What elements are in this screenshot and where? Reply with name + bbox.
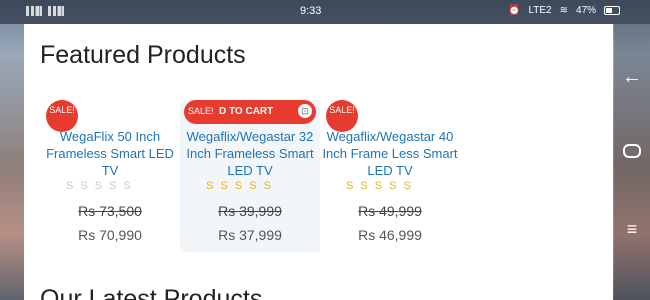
old-price: Rs 49,999 [358, 203, 422, 219]
sale-badge: SALE! [188, 106, 214, 116]
featured-products-title: Featured Products [40, 41, 246, 69]
cart-icon: ⊡ [298, 104, 312, 118]
product-card-2[interactable]: SALE! D TO CART ⊡ Wegaflix/Wegastar 32 I… [180, 100, 320, 252]
signal-icon [26, 6, 42, 16]
wifi-icon: ≋ [559, 5, 569, 16]
signal-indicators [26, 6, 64, 16]
sale-price: Rs 46,999 [358, 227, 422, 243]
old-price: Rs 73,500 [78, 203, 142, 219]
home-icon[interactable] [614, 144, 650, 163]
rating-stars: S S S S S [66, 180, 133, 192]
status-time: 9:33 [300, 5, 322, 17]
latest-products-title: Our Latest Products [40, 285, 263, 300]
battery-label: 47% [576, 5, 597, 16]
add-to-cart-button[interactable]: SALE! D TO CART ⊡ [184, 100, 316, 124]
product-card-1[interactable]: SALE! WegaFlix 50 Inch Frameless Smart L… [40, 100, 180, 252]
sale-price: Rs 70,990 [78, 227, 142, 243]
add-to-cart-label: D TO CART [219, 106, 274, 117]
product-card-3[interactable]: SALE! Wegaflix/Wegastar 40 Inch Frame Le… [320, 100, 460, 252]
product-title[interactable]: WegaFlix 50 Inch Frameless Smart LED TV [40, 128, 180, 179]
network-label: LTE2 [528, 5, 552, 16]
old-price: Rs 39,999 [218, 203, 282, 219]
sale-price: Rs 37,999 [218, 227, 282, 243]
system-nav-bar: ← ≡ [614, 24, 650, 300]
products-card: Featured Products SALE! WegaFlix 50 Inch… [24, 24, 613, 300]
rating-stars: S S S S S [206, 180, 273, 192]
signal-icon-2 [48, 6, 64, 16]
battery-icon [604, 6, 621, 15]
alarm-icon: ⏰ [508, 5, 521, 16]
status-right: ⏰ LTE2 ≋ 47% [508, 5, 621, 16]
rating-stars: S S S S S [346, 180, 413, 192]
status-bar: 9:33 ⏰ LTE2 ≋ 47% [0, 0, 650, 24]
back-icon[interactable]: ← [614, 66, 650, 89]
product-title[interactable]: Wegaflix/Wegastar 32 Inch Frameless Smar… [180, 128, 320, 179]
menu-icon[interactable]: ≡ [614, 219, 650, 240]
product-title[interactable]: Wegaflix/Wegastar 40 Inch Frame Less Sma… [320, 128, 460, 179]
